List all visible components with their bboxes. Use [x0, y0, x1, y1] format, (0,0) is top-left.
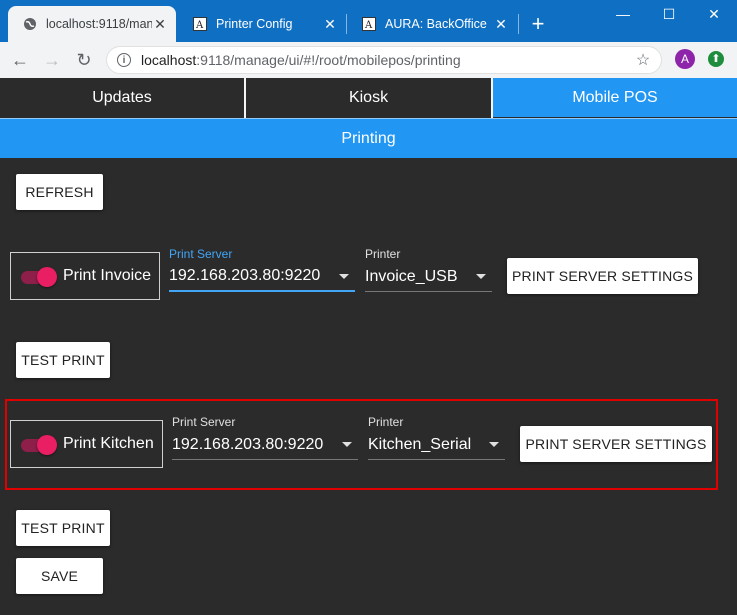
print-kitchen-label: Print Kitchen: [63, 435, 154, 452]
browser-tab-localhost[interactable]: localhost:9118/mana ✕: [8, 6, 176, 42]
invoice-printer-field: Printer Invoice_USB: [365, 246, 492, 292]
tab-printing[interactable]: Printing: [0, 118, 737, 158]
app-nav: Updates Kiosk Mobile POS: [0, 78, 737, 118]
print-server-value: 192.168.203.80:9220: [169, 267, 321, 284]
profile-avatar[interactable]: A: [675, 49, 695, 69]
print-invoice-toggle[interactable]: [19, 266, 57, 287]
new-tab-button[interactable]: +: [526, 10, 550, 38]
invoice-print-server-settings-button[interactable]: PRINT SERVER SETTINGS: [507, 258, 698, 294]
forward-arrow-icon[interactable]: →: [40, 48, 64, 72]
printer-label: Printer: [368, 415, 404, 429]
extension-update-icon[interactable]: ⬆: [708, 51, 724, 67]
printer-value: Invoice_USB: [365, 267, 458, 285]
url-text: localhost:9118/manage/ui/#!/root/mobilep…: [141, 52, 461, 68]
kitchen-print-server-field: Print Server 192.168.203.80:9220: [172, 414, 358, 460]
invoice-test-print-button[interactable]: TEST PRINT: [16, 342, 110, 378]
print-kitchen-toggle[interactable]: [19, 434, 57, 455]
close-window-button[interactable]: ✕: [691, 2, 737, 26]
back-arrow-icon[interactable]: ←: [8, 48, 32, 72]
tab-title: Printer Config: [216, 17, 293, 31]
chevron-down-icon: [489, 442, 499, 447]
print-invoice-label: Print Invoice: [63, 267, 152, 284]
reload-icon[interactable]: ↻: [72, 48, 96, 72]
maximize-window-button[interactable]: ☐: [646, 2, 692, 26]
invoice-print-server-field: Print Server 192.168.203.80:9220: [169, 246, 355, 292]
site-info-icon[interactable]: i: [117, 53, 131, 67]
invoice-printer-select[interactable]: Invoice_USB: [365, 262, 492, 292]
browser-tab-printer-config[interactable]: A Printer Config ✕: [178, 6, 346, 42]
tab-mobile-pos[interactable]: Mobile POS: [493, 78, 737, 117]
kitchen-print-server-settings-button[interactable]: PRINT SERVER SETTINGS: [520, 426, 712, 462]
kitchen-printer-select[interactable]: Kitchen_Serial: [368, 430, 505, 460]
tab-title: AURA: BackOffice: [385, 17, 487, 31]
printer-value: Kitchen_Serial: [368, 435, 472, 453]
svg-text:A: A: [195, 20, 204, 31]
tab-title: localhost:9118/mana: [46, 17, 152, 31]
toggle-thumb: [37, 435, 57, 455]
tab-updates[interactable]: Updates: [0, 78, 244, 117]
bookmark-star-icon[interactable]: ☆: [633, 50, 653, 70]
print-kitchen-toggle-box: Print Kitchen: [10, 420, 163, 468]
svg-text:A: A: [364, 20, 373, 31]
globe-icon: [22, 16, 38, 32]
toggle-thumb: [37, 267, 57, 287]
print-server-value: 192.168.203.80:9220: [172, 435, 324, 453]
save-button[interactable]: SAVE: [16, 558, 103, 594]
address-bar[interactable]: i localhost:9118/manage/ui/#!/root/mobil…: [106, 46, 662, 74]
tab-separator: [518, 14, 519, 34]
browser-toolbar: ← → ↻ i localhost:9118/manage/ui/#!/root…: [0, 42, 737, 79]
close-tab-icon[interactable]: ✕: [493, 16, 509, 33]
minimize-window-button[interactable]: —: [600, 2, 646, 26]
browser-tab-bar: localhost:9118/mana ✕ A Printer Config ✕…: [0, 0, 737, 42]
chevron-down-icon: [342, 442, 352, 447]
kitchen-print-server-select[interactable]: 192.168.203.80:9220: [172, 430, 358, 460]
invoice-print-server-select[interactable]: 192.168.203.80:9220: [169, 262, 355, 292]
chevron-down-icon: [476, 274, 486, 279]
close-tab-icon[interactable]: ✕: [152, 16, 168, 33]
printer-label: Printer: [365, 247, 401, 261]
print-server-label: Print Server: [169, 247, 233, 261]
chevron-down-icon: [339, 274, 349, 279]
refresh-button[interactable]: REFRESH: [16, 174, 103, 210]
print-server-label: Print Server: [172, 415, 236, 429]
close-tab-icon[interactable]: ✕: [322, 16, 338, 33]
aura-logo-icon: A: [361, 16, 377, 32]
kitchen-printer-field: Printer Kitchen_Serial: [368, 414, 505, 460]
print-invoice-toggle-box: Print Invoice: [10, 252, 160, 300]
aura-logo-icon: A: [192, 16, 208, 32]
browser-tab-aura-backoffice[interactable]: A AURA: BackOffice ✕: [347, 6, 517, 42]
tab-kiosk[interactable]: Kiosk: [246, 78, 491, 117]
kitchen-test-print-button[interactable]: TEST PRINT: [16, 510, 110, 546]
